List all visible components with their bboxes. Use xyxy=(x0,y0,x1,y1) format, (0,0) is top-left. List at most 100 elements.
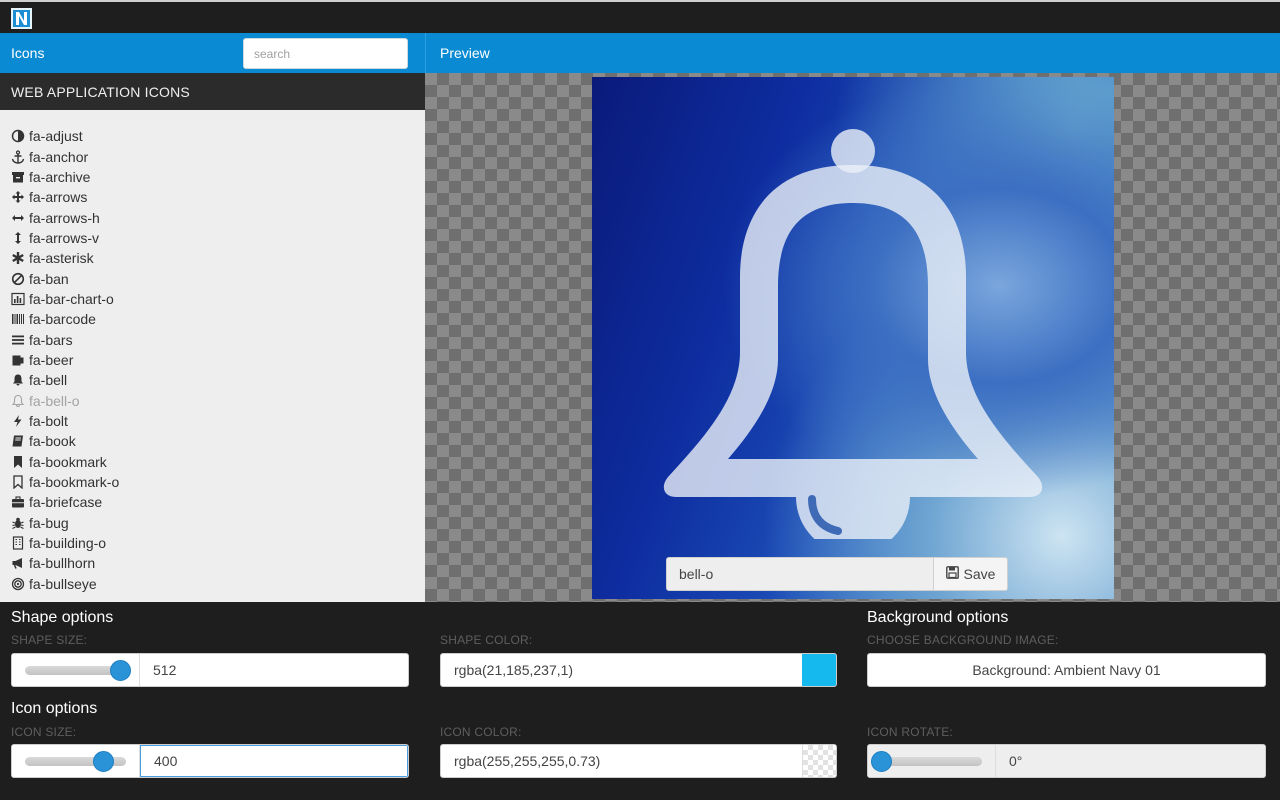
shape-color-control: rgba(21,185,237,1) xyxy=(440,653,837,687)
bug-icon xyxy=(11,516,25,530)
ban-icon xyxy=(11,272,25,286)
icon-list-label: fa-building-o xyxy=(29,535,107,552)
options-panel: Shape options SHAPE SIZE: 512 SHAPE COLO… xyxy=(0,602,1280,800)
briefcase-icon xyxy=(11,495,25,509)
bookmark-outline-icon xyxy=(11,475,25,490)
bell-icon xyxy=(11,373,25,387)
icon-color-label: ICON COLOR: xyxy=(440,725,522,739)
icon-list-item[interactable]: fa-bell xyxy=(0,370,425,390)
icon-size-label: ICON SIZE: xyxy=(11,725,77,739)
shape-size-slider[interactable] xyxy=(12,654,140,686)
slider-track xyxy=(881,757,982,766)
bolt-icon xyxy=(11,414,25,428)
icon-rotate-control: 0° xyxy=(867,744,1266,778)
icon-list-item[interactable]: fa-bookmark xyxy=(0,452,425,472)
arrows-icon xyxy=(11,190,25,204)
icon-list[interactable]: fa-adjust fa-anchor fa-archive fa-arrows fa-… xyxy=(0,110,425,602)
save-bar: Save xyxy=(666,557,1008,591)
icon-list-label: fa-bookmark xyxy=(29,453,107,470)
bars-icon xyxy=(11,333,25,347)
icon-list-item[interactable]: fa-archive xyxy=(0,167,425,187)
save-label: Save xyxy=(963,566,996,582)
icon-list-label: fa-bell xyxy=(29,372,68,389)
icon-rotate-value[interactable]: 0° xyxy=(996,745,1265,777)
bell-outline-icon xyxy=(663,129,1043,539)
app-window: Icons Preview WEB APPLICATION ICONS fa-a… xyxy=(0,0,1280,800)
background-image-label: CHOOSE BACKGROUND IMAGE: xyxy=(867,633,1059,647)
icon-list-item[interactable]: fa-beer xyxy=(0,350,425,370)
preview-canvas: Save xyxy=(592,77,1114,599)
icon-color-control: rgba(255,255,255,0.73) xyxy=(440,744,837,778)
preview-area: Save xyxy=(425,73,1280,602)
icon-list-item[interactable]: fa-bolt xyxy=(0,411,425,431)
icon-size-slider[interactable] xyxy=(12,745,140,777)
icon-list-label: fa-bar-chart-o xyxy=(29,290,114,307)
bell-outline-icon xyxy=(11,394,25,408)
arrows-h-icon xyxy=(11,211,25,225)
shape-options-title: Shape options xyxy=(11,609,114,626)
icon-list-item[interactable]: fa-anchor xyxy=(0,146,425,166)
icon-list-item[interactable]: fa-adjust xyxy=(0,126,425,146)
floppy-disk-icon xyxy=(945,566,959,582)
shape-color-label: SHAPE COLOR: xyxy=(440,633,533,647)
icon-list-item[interactable]: fa-bookmark-o xyxy=(0,472,425,492)
icon-list-item[interactable]: fa-book xyxy=(0,431,425,451)
icon-list-label: fa-beer xyxy=(29,351,74,368)
book-icon xyxy=(11,434,25,448)
icon-list-label: fa-bell-o xyxy=(29,392,80,409)
icon-list-item[interactable]: fa-arrows xyxy=(0,187,425,207)
beer-icon xyxy=(11,353,25,367)
shape-size-value[interactable]: 512 xyxy=(140,654,408,686)
icon-list-item[interactable]: fa-building-o xyxy=(0,533,425,553)
icon-list-label: fa-bug xyxy=(29,514,69,531)
asterisk-icon xyxy=(11,251,25,265)
icon-list-label: fa-arrows-h xyxy=(29,209,100,226)
search-input[interactable] xyxy=(243,38,408,69)
icons-header: Icons xyxy=(0,33,425,73)
icon-color-value[interactable]: rgba(255,255,255,0.73) xyxy=(441,745,802,777)
adjust-icon xyxy=(11,129,25,143)
icon-list-item[interactable]: fa-bullseye xyxy=(0,574,425,594)
bar-chart-icon xyxy=(11,292,25,306)
slider-knob[interactable] xyxy=(93,751,115,772)
icon-list-item[interactable]: fa-arrows-h xyxy=(0,207,425,227)
archive-icon xyxy=(11,170,25,184)
barcode-icon xyxy=(11,312,25,326)
icon-list-label: fa-barcode xyxy=(29,311,96,328)
icon-options-title: Icon options xyxy=(11,700,98,717)
icon-list-label: fa-bullseye xyxy=(29,575,97,592)
icon-color-swatch[interactable] xyxy=(802,745,836,777)
icon-list-item[interactable]: fa-barcode xyxy=(0,309,425,329)
icon-list-item[interactable]: fa-arrows-v xyxy=(0,228,425,248)
icon-list-label: fa-book xyxy=(29,433,76,450)
app-logo-icon[interactable] xyxy=(11,8,32,29)
icon-list-item[interactable]: fa-briefcase xyxy=(0,492,425,512)
icon-list-item[interactable]: fa-asterisk xyxy=(0,248,425,268)
icon-name-field[interactable] xyxy=(666,557,934,591)
icon-size-control: 400 xyxy=(11,744,409,778)
shape-color-value[interactable]: rgba(21,185,237,1) xyxy=(441,654,802,686)
icon-list-label: fa-asterisk xyxy=(29,250,94,267)
icon-list-item[interactable]: fa-bullhorn xyxy=(0,553,425,573)
slider-knob[interactable] xyxy=(110,660,132,681)
icon-list-item[interactable]: fa-bars xyxy=(0,329,425,349)
bullseye-icon xyxy=(11,577,25,591)
icon-list-label: fa-bolt xyxy=(29,412,68,429)
icon-rotate-slider[interactable] xyxy=(868,745,996,777)
icon-list-label: fa-arrows xyxy=(29,189,88,206)
icon-list-item[interactable]: fa-ban xyxy=(0,268,425,288)
icon-list-item[interactable]: fa-bar-chart-o xyxy=(0,289,425,309)
shape-color-swatch[interactable] xyxy=(802,654,836,686)
icon-list-item[interactable]: fa-bell-o xyxy=(0,390,425,410)
preview-header: Preview xyxy=(425,33,1280,73)
anchor-icon xyxy=(11,149,25,164)
top-bar xyxy=(0,0,1280,33)
section-title: WEB APPLICATION ICONS xyxy=(0,73,425,110)
slider-knob[interactable] xyxy=(870,751,892,772)
icon-size-value[interactable]: 400 xyxy=(140,745,408,777)
icon-list-label: fa-briefcase xyxy=(29,494,103,511)
icon-list-item[interactable]: fa-bug xyxy=(0,513,425,533)
arrows-v-icon xyxy=(11,231,25,245)
background-image-button[interactable]: Background: Ambient Navy 01 xyxy=(867,653,1266,687)
save-button[interactable]: Save xyxy=(934,557,1008,591)
